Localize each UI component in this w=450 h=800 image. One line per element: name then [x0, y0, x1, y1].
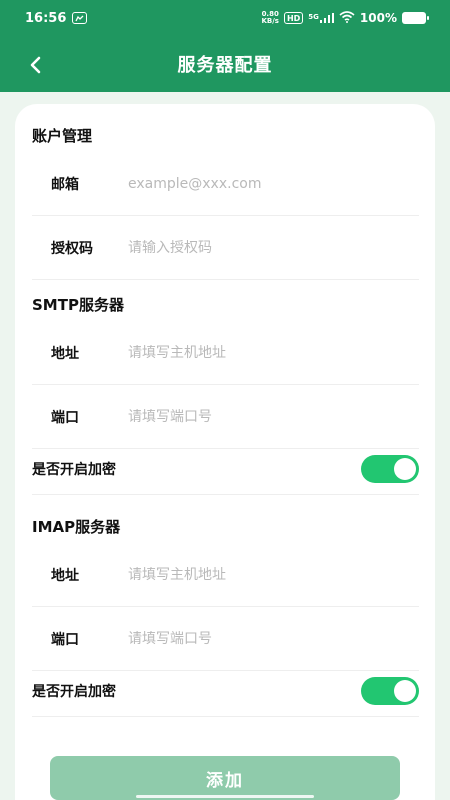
imap-port-field[interactable]: [128, 630, 419, 647]
section-title-imap: IMAP服务器: [32, 518, 121, 536]
smtp-port-field[interactable]: [128, 408, 419, 425]
signal-icon: 5G: [308, 13, 334, 23]
imap-encrypt-toggle[interactable]: [361, 676, 419, 705]
notification-icon: [72, 12, 88, 24]
email-field[interactable]: [128, 175, 419, 192]
imap-port-row: 端口: [32, 607, 419, 671]
email-row: 邮箱: [32, 152, 419, 216]
smtp-address-row: 地址: [32, 321, 419, 385]
signal-label: 5G: [308, 13, 319, 21]
imap-address-label: 地址: [51, 567, 79, 584]
imap-port-label: 端口: [51, 631, 79, 648]
section-title-account: 账户管理: [32, 127, 93, 145]
chevron-left-icon: [30, 56, 41, 74]
network-speed-unit: KB/s: [261, 17, 279, 25]
status-time: 16:56: [25, 10, 67, 26]
toggle-knob: [394, 679, 416, 702]
imap-address-field[interactable]: [128, 566, 419, 583]
app-header: 16:56 0.80 KB/s HD 5G 100% 服务器配置: [0, 0, 450, 92]
section-title-smtp: SMTP服务器: [32, 296, 124, 314]
smtp-port-row: 端口: [32, 385, 419, 449]
imap-address-row: 地址: [32, 543, 419, 607]
email-label: 邮箱: [51, 176, 79, 193]
wifi-icon: [339, 10, 355, 26]
smtp-encrypt-row: 是否开启加密: [32, 443, 419, 495]
auth-code-row: 授权码: [32, 216, 419, 280]
status-bar: 16:56 0.80 KB/s HD 5G 100%: [0, 0, 450, 36]
smtp-encrypt-label: 是否开启加密: [32, 461, 116, 478]
nav-bar: 服务器配置: [0, 36, 450, 92]
config-card: 账户管理 邮箱 授权码 SMTP服务器 地址 端口 是否开启加密 IMAP服务器…: [15, 104, 435, 800]
smtp-address-label: 地址: [51, 345, 79, 362]
hd-badge: HD: [283, 12, 304, 24]
back-button[interactable]: [20, 50, 50, 80]
auth-code-label: 授权码: [51, 240, 93, 257]
add-button[interactable]: 添加: [50, 756, 400, 800]
imap-encrypt-row: 是否开启加密: [32, 665, 419, 717]
battery-percent: 100%: [359, 11, 397, 25]
smtp-port-label: 端口: [51, 409, 79, 426]
network-speed: 0.80 KB/s: [261, 11, 278, 25]
auth-code-field[interactable]: [128, 239, 419, 256]
toggle-knob: [394, 457, 416, 480]
smtp-encrypt-toggle[interactable]: [361, 454, 419, 483]
battery-icon: [402, 12, 429, 24]
page-title: 服务器配置: [177, 55, 273, 76]
home-indicator: [136, 795, 314, 798]
smtp-address-field[interactable]: [128, 344, 419, 361]
imap-encrypt-label: 是否开启加密: [32, 683, 116, 700]
